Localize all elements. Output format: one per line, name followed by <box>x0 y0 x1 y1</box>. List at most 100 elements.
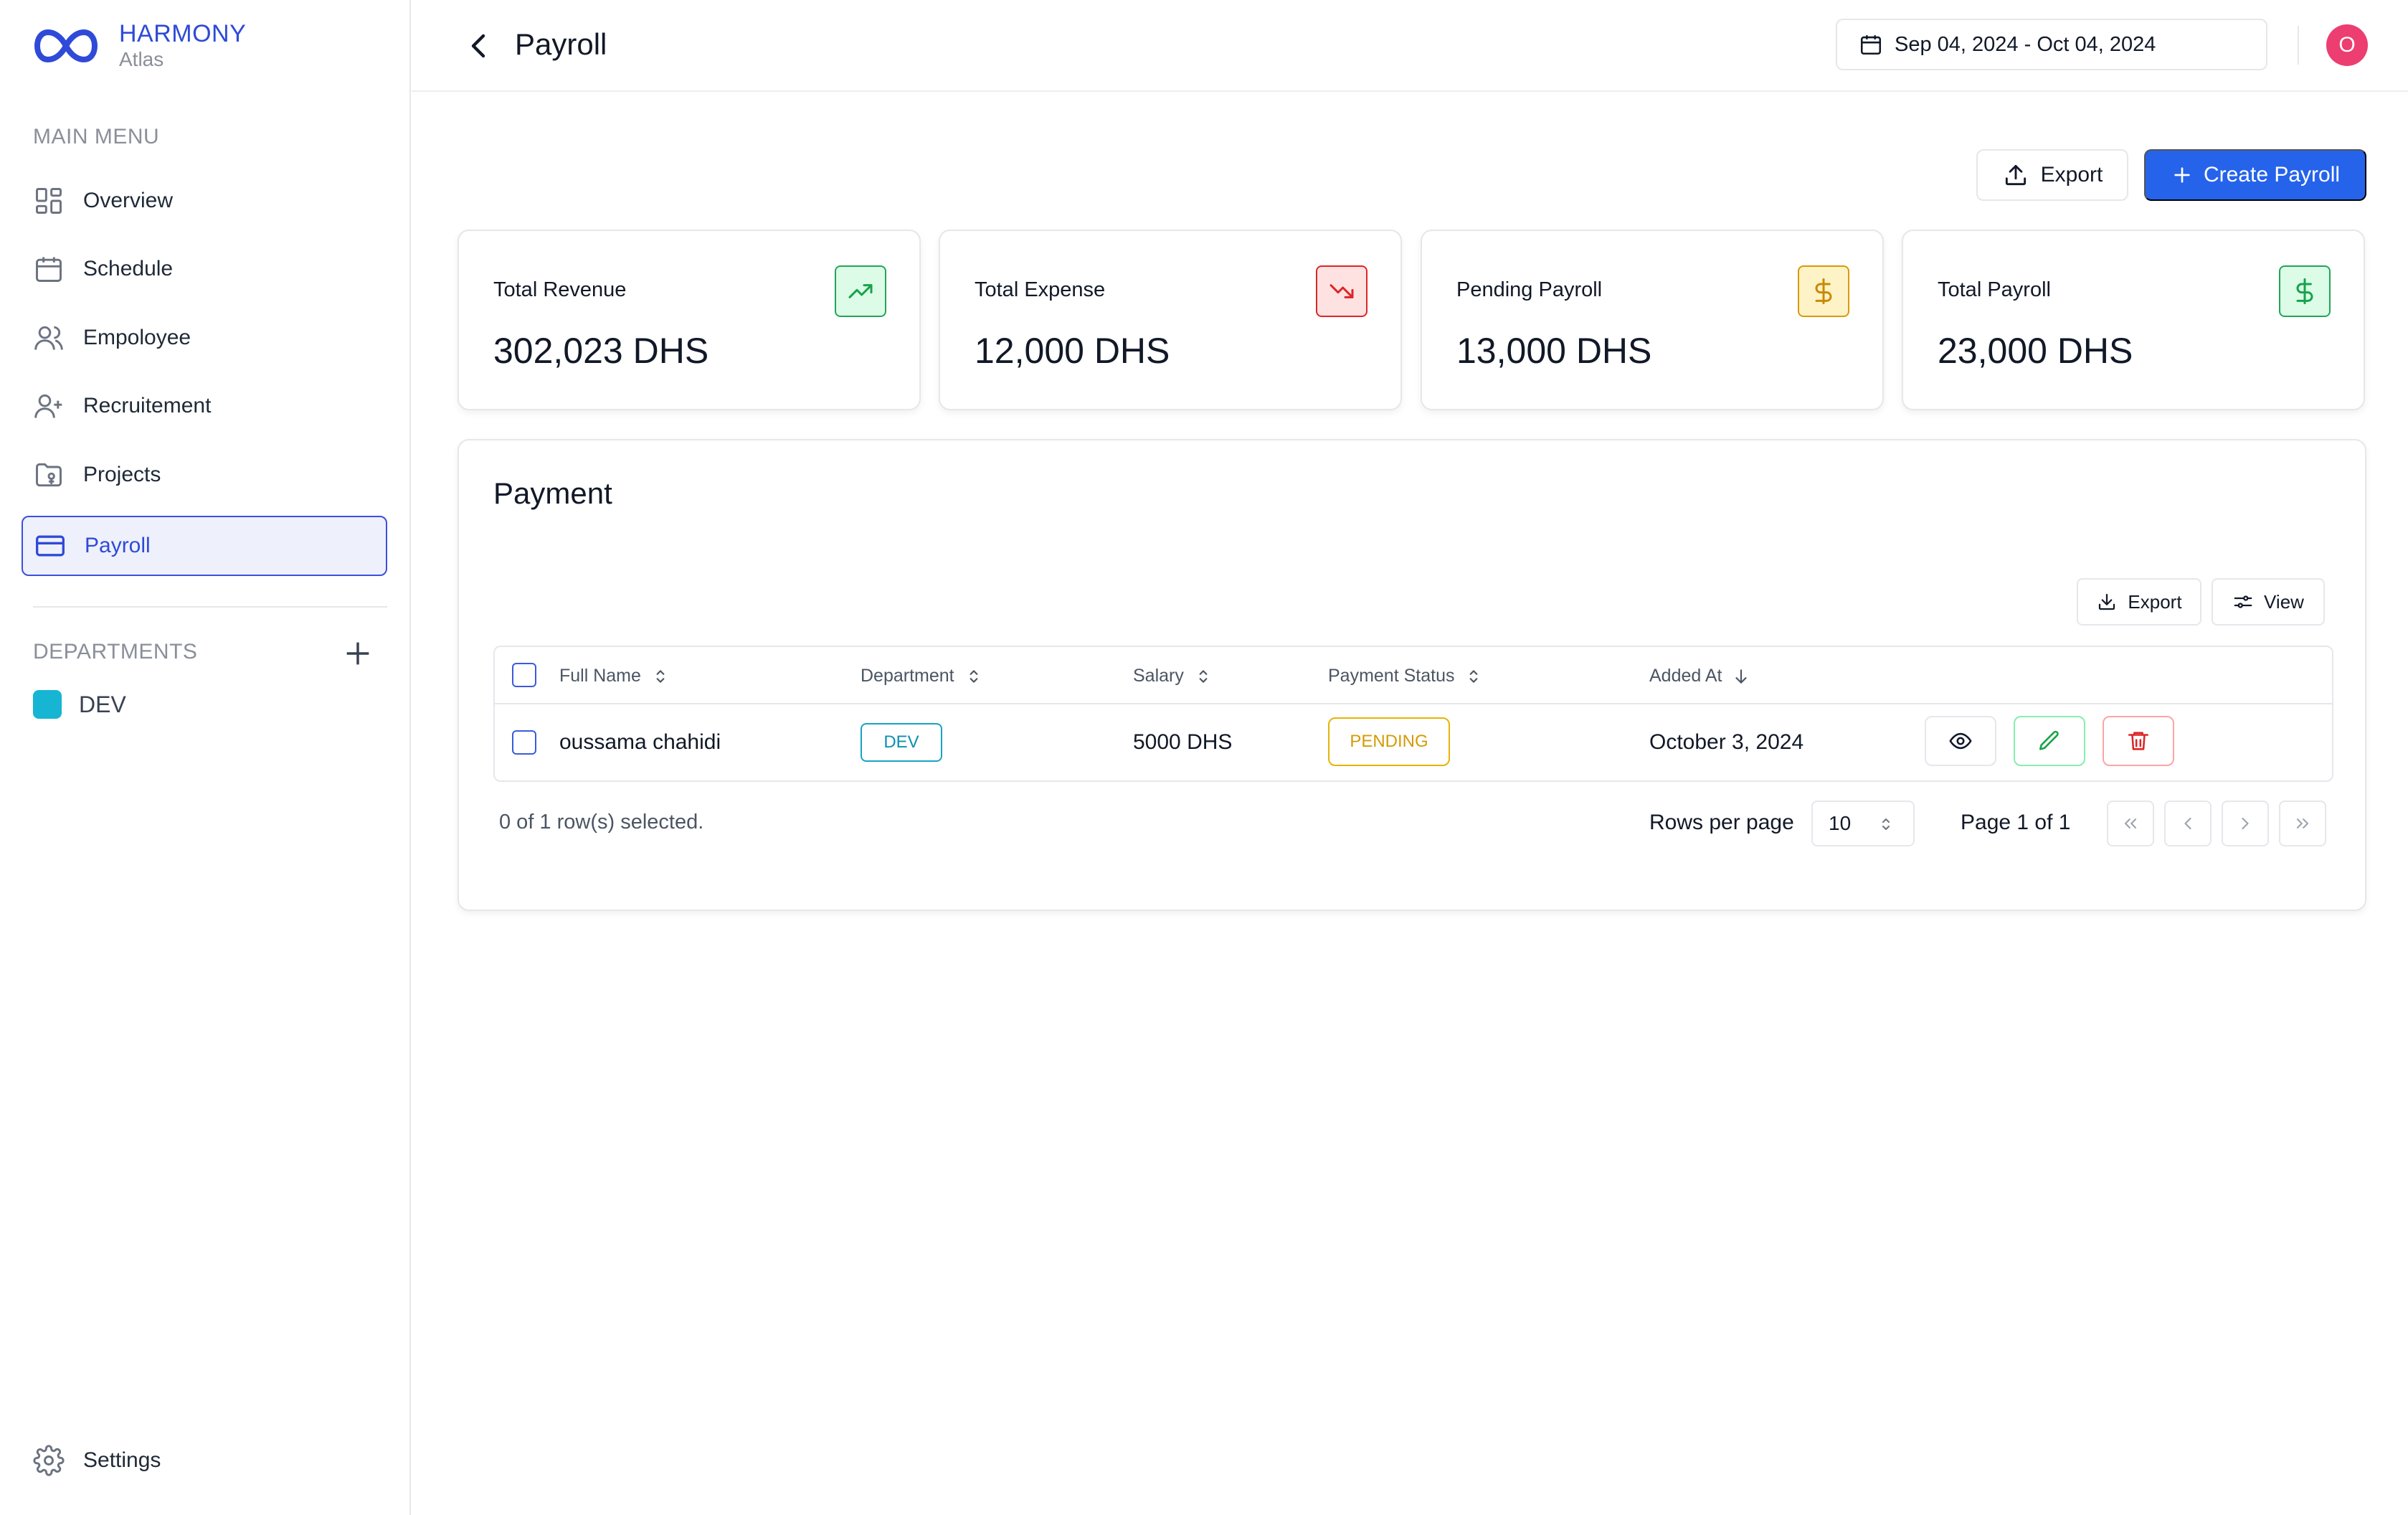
sidebar-item-label: Recruitement <box>83 394 212 417</box>
brand[interactable]: HARMONY Atlas <box>33 20 246 72</box>
previous-page-button[interactable] <box>2164 801 2212 846</box>
departments-heading: DEPARTMENTS <box>33 640 198 664</box>
view-row-button[interactable] <box>1925 716 1996 766</box>
sidebar-item-label: Projects <box>83 463 161 486</box>
stat-card-pending-payroll: Pending Payroll 13,000 DHS <box>1421 230 1884 410</box>
chevrons-left-icon <box>2120 813 2141 834</box>
infinity-logo-icon <box>33 27 99 65</box>
sort-icon <box>641 667 670 686</box>
page-info: Page 1 of 1 <box>1961 811 2071 834</box>
department-color-swatch <box>33 690 62 719</box>
rows-per-page-value: 10 <box>1829 812 1852 834</box>
calendar-icon <box>33 253 65 285</box>
department-item-dev[interactable]: DEV <box>33 690 126 719</box>
stat-label: Total Expense <box>975 278 1106 301</box>
back-arrow-icon[interactable] <box>462 29 496 63</box>
chevron-right-icon <box>2235 813 2255 834</box>
rows-per-page-select[interactable]: 10 <box>1811 801 1915 846</box>
view-options-button[interactable]: View <box>2212 578 2325 626</box>
column-header-salary[interactable]: Salary <box>1133 666 1213 686</box>
status-badge: PENDING <box>1328 717 1450 766</box>
first-page-button[interactable] <box>2107 801 2154 846</box>
user-plus-icon <box>33 390 65 422</box>
export-button-label: Export <box>2040 163 2103 187</box>
add-department-icon[interactable] <box>341 637 374 670</box>
main-menu-heading: MAIN MENU <box>33 125 160 148</box>
table-export-label: Export <box>2128 590 2182 613</box>
selection-info: 0 of 1 row(s) selected. <box>499 811 704 834</box>
plus-icon <box>2171 164 2204 187</box>
sidebar-item-label: Settings <box>83 1448 161 1472</box>
sidebar-item-payroll[interactable]: Payroll <box>22 516 387 576</box>
folder-icon <box>33 459 65 491</box>
gear-icon <box>33 1445 65 1476</box>
sort-icon <box>1454 667 1483 686</box>
column-header-department[interactable]: Department <box>861 666 983 686</box>
chevrons-right-icon <box>2293 813 2313 834</box>
brand-name: HARMONY <box>119 20 247 47</box>
view-label: View <box>2264 590 2304 613</box>
chevron-left-icon <box>2178 813 2198 834</box>
create-payroll-label: Create Payroll <box>2203 163 2341 187</box>
sidebar-divider <box>33 606 387 608</box>
stat-value: 12,000 DHS <box>975 331 1170 371</box>
table-header: Full Name Department Salary Payment Stat… <box>495 647 2332 704</box>
sort-icon <box>1184 667 1213 686</box>
next-page-button[interactable] <box>2222 801 2269 846</box>
credit-card-icon <box>34 530 66 562</box>
last-page-button[interactable] <box>2279 801 2326 846</box>
rows-per-page-label: Rows per page <box>1649 811 1794 834</box>
stat-card-total-payroll: Total Payroll 23,000 DHS <box>1902 230 2365 410</box>
date-range-picker[interactable]: Sep 04, 2024 - Oct 04, 2024 <box>1836 19 2267 70</box>
edit-row-button[interactable] <box>2014 716 2085 766</box>
sidebar-item-label: Schedule <box>83 257 174 280</box>
payment-title: Payment <box>493 476 612 510</box>
sliders-icon <box>2232 591 2264 613</box>
pencil-icon <box>2037 729 2062 753</box>
sidebar-item-projects[interactable]: Projects <box>22 445 387 505</box>
download-icon <box>2096 591 2128 613</box>
grid-icon <box>33 185 65 217</box>
sidebar-item-label: Empoloyee <box>83 326 191 349</box>
select-all-checkbox[interactable] <box>512 663 536 687</box>
export-button[interactable]: Export <box>1976 149 2128 201</box>
sort-icon <box>954 667 983 686</box>
department-badge: DEV <box>861 723 942 762</box>
column-header-added-at[interactable]: Added At <box>1649 666 1750 686</box>
arrow-down-icon <box>1722 667 1750 686</box>
avatar[interactable]: O <box>2326 24 2368 66</box>
cell-salary: 5000 DHS <box>1133 730 1233 754</box>
table-row: oussama chahidi DEV 5000 DHS PENDING Oct… <box>495 704 2332 782</box>
calendar-icon <box>1859 32 1883 57</box>
delete-row-button[interactable] <box>2103 716 2174 766</box>
stat-value: 302,023 DHS <box>493 331 709 371</box>
date-range-text: Sep 04, 2024 - Oct 04, 2024 <box>1895 32 2156 56</box>
column-header-payment-status[interactable]: Payment Status <box>1328 666 1483 686</box>
stat-card-total-revenue: Total Revenue 302,023 DHS <box>458 230 921 410</box>
sidebar-item-recruitement[interactable]: Recruitement <box>22 376 387 436</box>
create-payroll-button[interactable]: Create Payroll <box>2144 149 2366 201</box>
upload-icon <box>2002 161 2041 189</box>
page-title: Payroll <box>515 27 607 61</box>
stat-label: Pending Payroll <box>1456 278 1603 301</box>
trending-up-icon <box>835 265 886 317</box>
top-header: Payroll Sep 04, 2024 - Oct 04, 2024 O <box>412 0 2408 92</box>
department-label: DEV <box>79 691 126 717</box>
sidebar-item-label: Payroll <box>85 534 151 557</box>
sidebar: HARMONY Atlas MAIN MENU Overview Schedul… <box>0 0 411 1515</box>
sidebar-item-overview[interactable]: Overview <box>22 171 387 231</box>
sidebar-item-settings[interactable]: Settings <box>33 1445 161 1476</box>
dollar-icon <box>1798 265 1849 317</box>
stat-label: Total Revenue <box>493 278 627 301</box>
table-export-button[interactable]: Export <box>2077 578 2201 626</box>
sidebar-item-schedule[interactable]: Schedule <box>22 239 387 299</box>
eye-icon <box>1948 729 1973 753</box>
column-header-full-name[interactable]: Full Name <box>559 666 670 686</box>
dollar-icon <box>2279 265 2331 317</box>
sidebar-item-employee[interactable]: Empoloyee <box>22 308 387 368</box>
cell-added-at: October 3, 2024 <box>1649 730 1804 754</box>
payment-card: Payment Export View Full Name Department… <box>458 439 2366 911</box>
sidebar-item-label: Overview <box>83 189 174 212</box>
row-checkbox[interactable] <box>512 730 536 755</box>
stat-value: 13,000 DHS <box>1456 331 1652 371</box>
